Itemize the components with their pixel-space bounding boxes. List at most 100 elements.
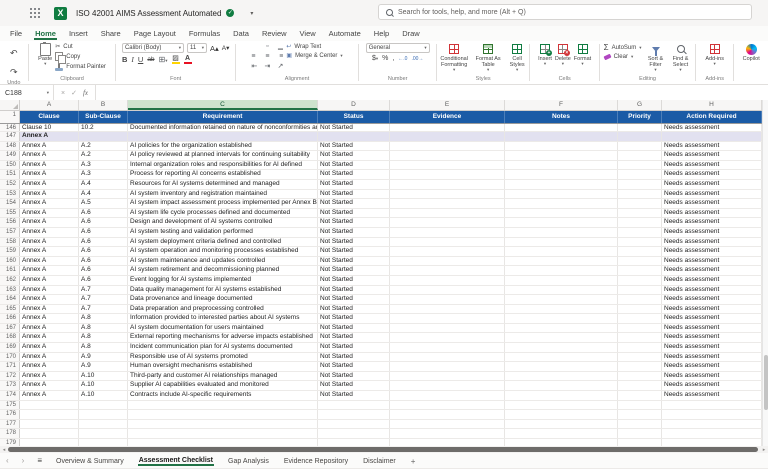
cell-notes[interactable] [505, 372, 618, 381]
cell-evidence[interactable] [390, 247, 505, 256]
cell-action[interactable]: Needs assessment [662, 276, 762, 285]
cell-notes[interactable] [505, 324, 618, 333]
cell-priority[interactable] [618, 180, 662, 189]
cell-notes[interactable] [505, 132, 618, 141]
cell-action[interactable]: Needs assessment [662, 190, 762, 199]
row-number[interactable]: 146 [0, 124, 20, 131]
cell-priority[interactable] [618, 381, 662, 390]
cell-subclause[interactable]: A.7 [79, 286, 128, 295]
cell-priority[interactable] [618, 190, 662, 199]
cell-notes[interactable] [505, 180, 618, 189]
row-number[interactable]: 157 [0, 228, 20, 237]
cell-requirement[interactable] [128, 429, 318, 438]
cell-subclause[interactable]: A.6 [79, 238, 128, 247]
insert-cells-button[interactable]: + Insert▾ [538, 43, 552, 66]
increase-decimal-button[interactable]: ←.0 [398, 56, 407, 62]
scroll-right-arrow-icon[interactable]: ▸ [760, 447, 768, 453]
number-format-select[interactable]: General▾ [366, 43, 430, 53]
cell-subclause[interactable]: A.6 [79, 209, 128, 218]
column-header-B[interactable]: B [79, 100, 128, 110]
cell-subclause[interactable]: 10.2 [79, 124, 128, 131]
cell-subclause[interactable]: A.7 [79, 295, 128, 304]
cell-clause[interactable]: Annex A [20, 324, 79, 333]
cell-requirement[interactable]: Supplier AI capabilities evaluated and m… [128, 381, 318, 390]
cell-priority[interactable] [618, 401, 662, 410]
cell-notes[interactable] [505, 401, 618, 410]
row-number[interactable]: 174 [0, 391, 20, 400]
column-header-G[interactable]: G [618, 100, 662, 110]
cell-notes[interactable] [505, 238, 618, 247]
cell-notes[interactable] [505, 391, 618, 400]
cell-evidence[interactable] [390, 266, 505, 275]
cell-action[interactable]: Needs assessment [662, 228, 762, 237]
cell-requirement[interactable]: External reporting mechanisms for advers… [128, 333, 318, 342]
cell-action[interactable]: Needs assessment [662, 247, 762, 256]
cell-subclause[interactable] [79, 410, 128, 419]
row-number[interactable]: 147 [0, 132, 20, 141]
cell-clause[interactable]: Annex A [20, 381, 79, 390]
cell-evidence[interactable] [390, 305, 505, 314]
align-left-button[interactable]: ≡ [251, 53, 261, 62]
conditional-formatting-button[interactable]: Conditional Formatting▾ [437, 43, 471, 72]
cell-clause[interactable] [20, 439, 79, 446]
cell-evidence[interactable] [390, 170, 505, 179]
comma-style-button[interactable]: , [392, 55, 394, 62]
cell-notes[interactable] [505, 314, 618, 323]
find-select-button[interactable]: Find & Select▾ [670, 43, 692, 72]
cell-notes[interactable] [505, 420, 618, 429]
column-header-H[interactable]: H [662, 100, 762, 110]
cell-notes[interactable] [505, 381, 618, 390]
row-number[interactable]: 170 [0, 353, 20, 362]
cell-subclause[interactable]: A.2 [79, 142, 128, 151]
cell-notes[interactable] [505, 170, 618, 179]
sheet-list-menu-icon[interactable]: ≡ [37, 456, 42, 465]
row-number[interactable]: 161 [0, 266, 20, 275]
cell-action[interactable]: Needs assessment [662, 343, 762, 352]
cell-priority[interactable] [618, 218, 662, 227]
cell-clause[interactable] [20, 401, 79, 410]
cell-clause[interactable]: Annex A [20, 266, 79, 275]
cell-evidence[interactable] [390, 333, 505, 342]
cell-status[interactable]: Not Started [318, 381, 390, 390]
cell-requirement[interactable]: AI system inventory and registration mai… [128, 190, 318, 199]
align-center-button[interactable]: ≡ [262, 53, 272, 62]
cell-notes[interactable] [505, 305, 618, 314]
format-as-table-button[interactable]: Format As Table▾ [474, 43, 502, 72]
app-launcher-waffle-icon[interactable] [30, 8, 32, 10]
cell-status[interactable]: Not Started [318, 151, 390, 160]
cell-requirement[interactable]: Third-party and customer AI relationship… [128, 372, 318, 381]
cell-action[interactable]: Needs assessment [662, 324, 762, 333]
cell-requirement[interactable]: Process for reporting AI concerns establ… [128, 170, 318, 179]
cell-action[interactable]: Needs assessment [662, 333, 762, 342]
cell-action[interactable] [662, 410, 762, 419]
cell-clause[interactable]: Annex A [20, 161, 79, 170]
insert-function-button[interactable]: fx [83, 89, 88, 97]
cell-clause[interactable]: Annex A [20, 199, 79, 208]
cell-action[interactable]: Needs assessment [662, 372, 762, 381]
cell-action[interactable]: Needs assessment [662, 305, 762, 314]
row-number[interactable]: 163 [0, 286, 20, 295]
excel-app-icon[interactable]: X [54, 7, 67, 20]
cell-subclause[interactable] [79, 401, 128, 410]
cell-status[interactable]: Not Started [318, 124, 390, 131]
percent-style-button[interactable]: % [382, 55, 388, 62]
cell-action[interactable] [662, 401, 762, 410]
cell-evidence[interactable] [390, 124, 505, 131]
scroll-left-arrow-icon[interactable]: ◂ [0, 447, 8, 453]
copy-button[interactable]: Copy [55, 52, 106, 61]
row-number[interactable]: 168 [0, 333, 20, 342]
formula-input[interactable] [96, 85, 768, 101]
cell-notes[interactable] [505, 247, 618, 256]
menu-tab-home[interactable]: Home [34, 27, 57, 40]
row-number[interactable]: 179 [0, 439, 20, 446]
row-number[interactable]: 152 [0, 180, 20, 189]
cell-evidence[interactable] [390, 151, 505, 160]
cell-status[interactable]: Not Started [318, 391, 390, 400]
cell-priority[interactable] [618, 420, 662, 429]
cell-subclause[interactable]: A.2 [79, 151, 128, 160]
cell-action[interactable]: Needs assessment [662, 362, 762, 371]
cell-notes[interactable] [505, 276, 618, 285]
cell-subclause[interactable]: A.6 [79, 247, 128, 256]
cell-priority[interactable] [618, 170, 662, 179]
row-number[interactable]: 159 [0, 247, 20, 256]
